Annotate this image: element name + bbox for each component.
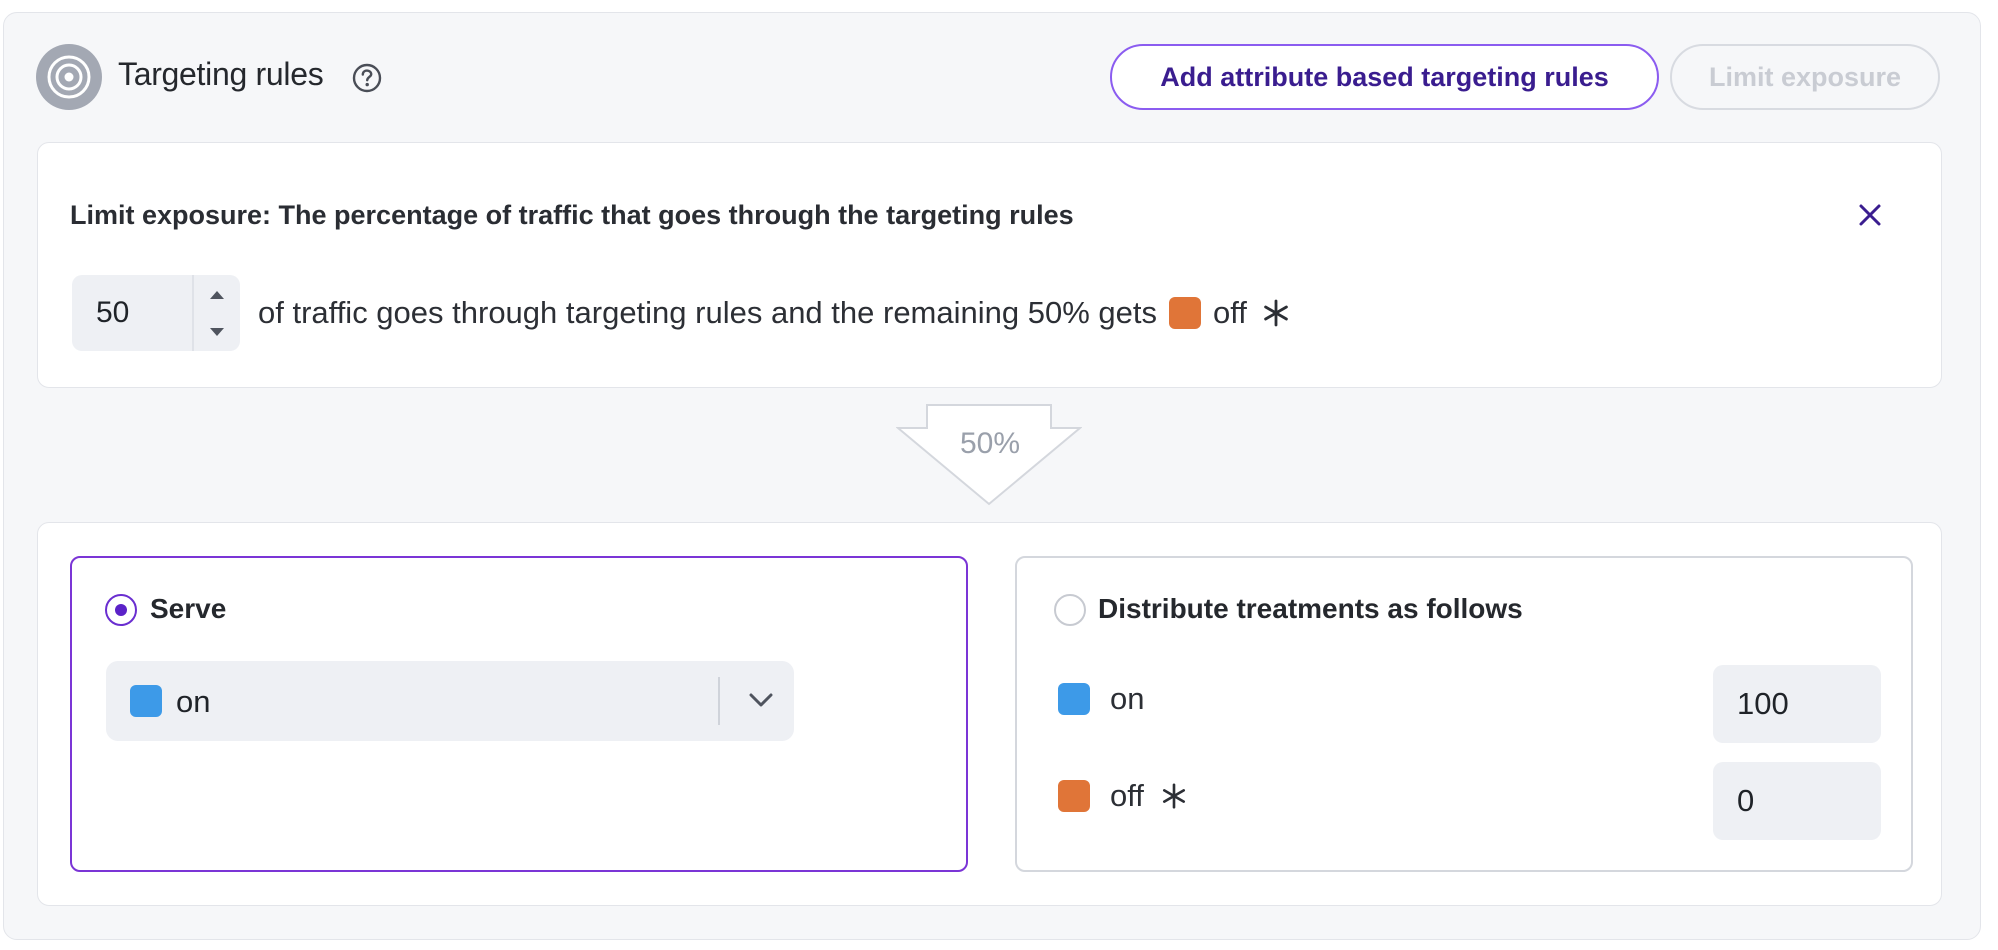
treatment-color-swatch bbox=[130, 685, 162, 717]
distribute-label: Distribute treatments as follows bbox=[1098, 593, 1523, 624]
remaining-treatment-label: off bbox=[1213, 295, 1247, 330]
distribution-input-on[interactable] bbox=[1713, 665, 1881, 743]
default-treatment-asterisk-icon bbox=[1160, 782, 1188, 810]
help-icon[interactable] bbox=[351, 62, 383, 94]
select-divider bbox=[718, 677, 720, 725]
chevron-down-icon[interactable] bbox=[748, 691, 774, 714]
distribution-input-off[interactable] bbox=[1713, 762, 1881, 840]
limit-exposure-sentence: of traffic goes through targeting rules … bbox=[258, 295, 1291, 331]
page-title: Targeting rules bbox=[118, 56, 324, 92]
serve-label: Serve bbox=[150, 593, 227, 624]
target-icon bbox=[36, 44, 102, 110]
flow-percentage-label: 50% bbox=[960, 427, 1021, 460]
sentence-text: of traffic goes through targeting rules … bbox=[258, 295, 1157, 330]
distribute-radio[interactable] bbox=[1054, 594, 1086, 626]
stepper-divider bbox=[192, 275, 194, 351]
treatment-name: off bbox=[1110, 778, 1144, 813]
limit-exposure-button[interactable]: Limit exposure bbox=[1670, 44, 1940, 110]
exposure-percentage-input[interactable] bbox=[96, 293, 186, 333]
selected-treatment: on bbox=[176, 684, 211, 719]
add-attribute-targeting-rules-button[interactable]: Add attribute based targeting rules bbox=[1110, 44, 1659, 110]
increment-arrow-icon[interactable] bbox=[206, 287, 228, 301]
treatment-name: on bbox=[1110, 681, 1145, 716]
treatment-color-swatch bbox=[1058, 780, 1090, 812]
distribution-row-off: off bbox=[1058, 778, 1188, 814]
serve-radio[interactable] bbox=[105, 594, 137, 626]
treatment-color-swatch bbox=[1058, 683, 1090, 715]
distribution-row-on: on bbox=[1058, 681, 1144, 717]
limit-exposure-title: Limit exposure: The percentage of traffi… bbox=[70, 200, 1074, 230]
close-icon[interactable] bbox=[1855, 200, 1885, 230]
default-treatment-asterisk-icon bbox=[1261, 298, 1291, 328]
treatment-color-swatch bbox=[1169, 297, 1201, 329]
serve-treatment-select[interactable]: on bbox=[106, 661, 794, 741]
limit-exposure-card bbox=[37, 142, 1942, 388]
decrement-arrow-icon[interactable] bbox=[206, 326, 228, 340]
